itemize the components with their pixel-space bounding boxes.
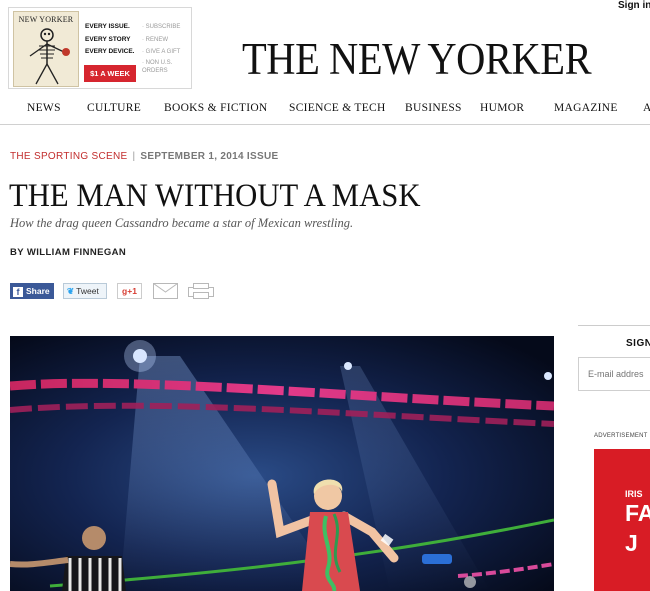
- advertisement-label: ADVERTISEMENT: [594, 433, 648, 439]
- envelope-icon: [153, 283, 178, 299]
- nav-item-science-tech[interactable]: SCIENCE & TECH: [289, 102, 386, 114]
- rail-divider: [578, 325, 650, 326]
- advertisement-banner[interactable]: IRIS FA J: [594, 449, 650, 591]
- subscription-promo[interactable]: NEW YORKER EVERY ISSUE. EVERY STORY EVER…: [8, 7, 192, 89]
- issue-link[interactable]: SEPTEMBER 1, 2014 ISSUE: [140, 151, 278, 162]
- nav-item-culture[interactable]: CULTURE: [87, 102, 141, 114]
- nav-item-humor[interactable]: HUMOR: [480, 102, 524, 114]
- kicker-separator: |: [132, 151, 136, 162]
- article-dek: How the drag queen Cassandro became a st…: [10, 216, 354, 230]
- section-link[interactable]: THE SPORTING SCENE: [10, 151, 127, 162]
- subscribe-link[interactable]: · SUBSCRIBE: [142, 21, 192, 34]
- promo-line: EVERY ISSUE.: [85, 23, 130, 30]
- twitter-bird-icon: ❦: [67, 286, 75, 296]
- nav-item-business[interactable]: BUSINESS: [405, 102, 462, 114]
- ad-text-line: IRIS: [625, 489, 643, 499]
- facebook-share-label: Share: [26, 286, 50, 296]
- sign-in-link[interactable]: Sign in: [618, 0, 650, 11]
- printer-icon: [188, 283, 214, 299]
- facebook-share-button[interactable]: f Share: [10, 283, 54, 299]
- skeleton-illustration-icon: [29, 28, 70, 85]
- promo-line: EVERY DEVICE.: [85, 48, 135, 55]
- wrestling-photo: [10, 336, 554, 591]
- main-nav: NEWS CULTURE BOOKS & FICTION SCIENCE & T…: [0, 97, 650, 125]
- article-kicker: THE SPORTING SCENE | SEPTEMBER 1, 2014 ISS…: [10, 151, 278, 162]
- article-byline[interactable]: BY WILLIAM FINNEGAN: [10, 247, 126, 258]
- google-plus-button[interactable]: g+1: [117, 283, 142, 299]
- non-us-orders-link-line2[interactable]: ORDERS: [142, 67, 192, 75]
- nav-item-overflow[interactable]: A: [643, 102, 650, 114]
- non-us-orders-link[interactable]: · NON U.S.: [142, 59, 192, 67]
- email-share-button[interactable]: [153, 283, 178, 299]
- promo-benefits: EVERY ISSUE. EVERY STORY EVERY DEVICE.: [85, 21, 139, 59]
- nav-item-news[interactable]: NEWS: [27, 102, 61, 114]
- subscribe-price-button[interactable]: $1 A WEEK: [84, 65, 136, 82]
- magazine-cover-thumbnail[interactable]: NEW YORKER: [13, 11, 79, 87]
- site-logo[interactable]: THE NEW YORKER: [242, 30, 592, 88]
- nav-item-magazine[interactable]: MAGAZINE: [554, 102, 618, 114]
- article-hero-image[interactable]: [10, 336, 554, 591]
- renew-link[interactable]: · RENEW: [142, 34, 192, 47]
- email-signup-input[interactable]: [578, 357, 650, 391]
- promo-line: EVERY STORY: [85, 35, 131, 43]
- print-button[interactable]: [188, 283, 214, 299]
- tweet-label: Tweet: [76, 286, 99, 296]
- ad-text-line: FA: [625, 500, 650, 526]
- nav-item-books-fiction[interactable]: BOOKS & FICTION: [164, 102, 268, 114]
- article-headline: THE MAN WITHOUT A MASK: [9, 178, 421, 214]
- promo-links: · SUBSCRIBE · RENEW · GIVE A GIFT · NON …: [142, 21, 192, 75]
- facebook-icon: f: [13, 287, 23, 297]
- ad-text-line: J: [625, 530, 638, 556]
- give-gift-link[interactable]: · GIVE A GIFT: [142, 46, 192, 59]
- cover-masthead: NEW YORKER: [18, 15, 74, 24]
- twitter-tweet-button[interactable]: ❦ Tweet: [63, 283, 107, 299]
- newsletter-signup-heading: SIGN: [626, 338, 650, 349]
